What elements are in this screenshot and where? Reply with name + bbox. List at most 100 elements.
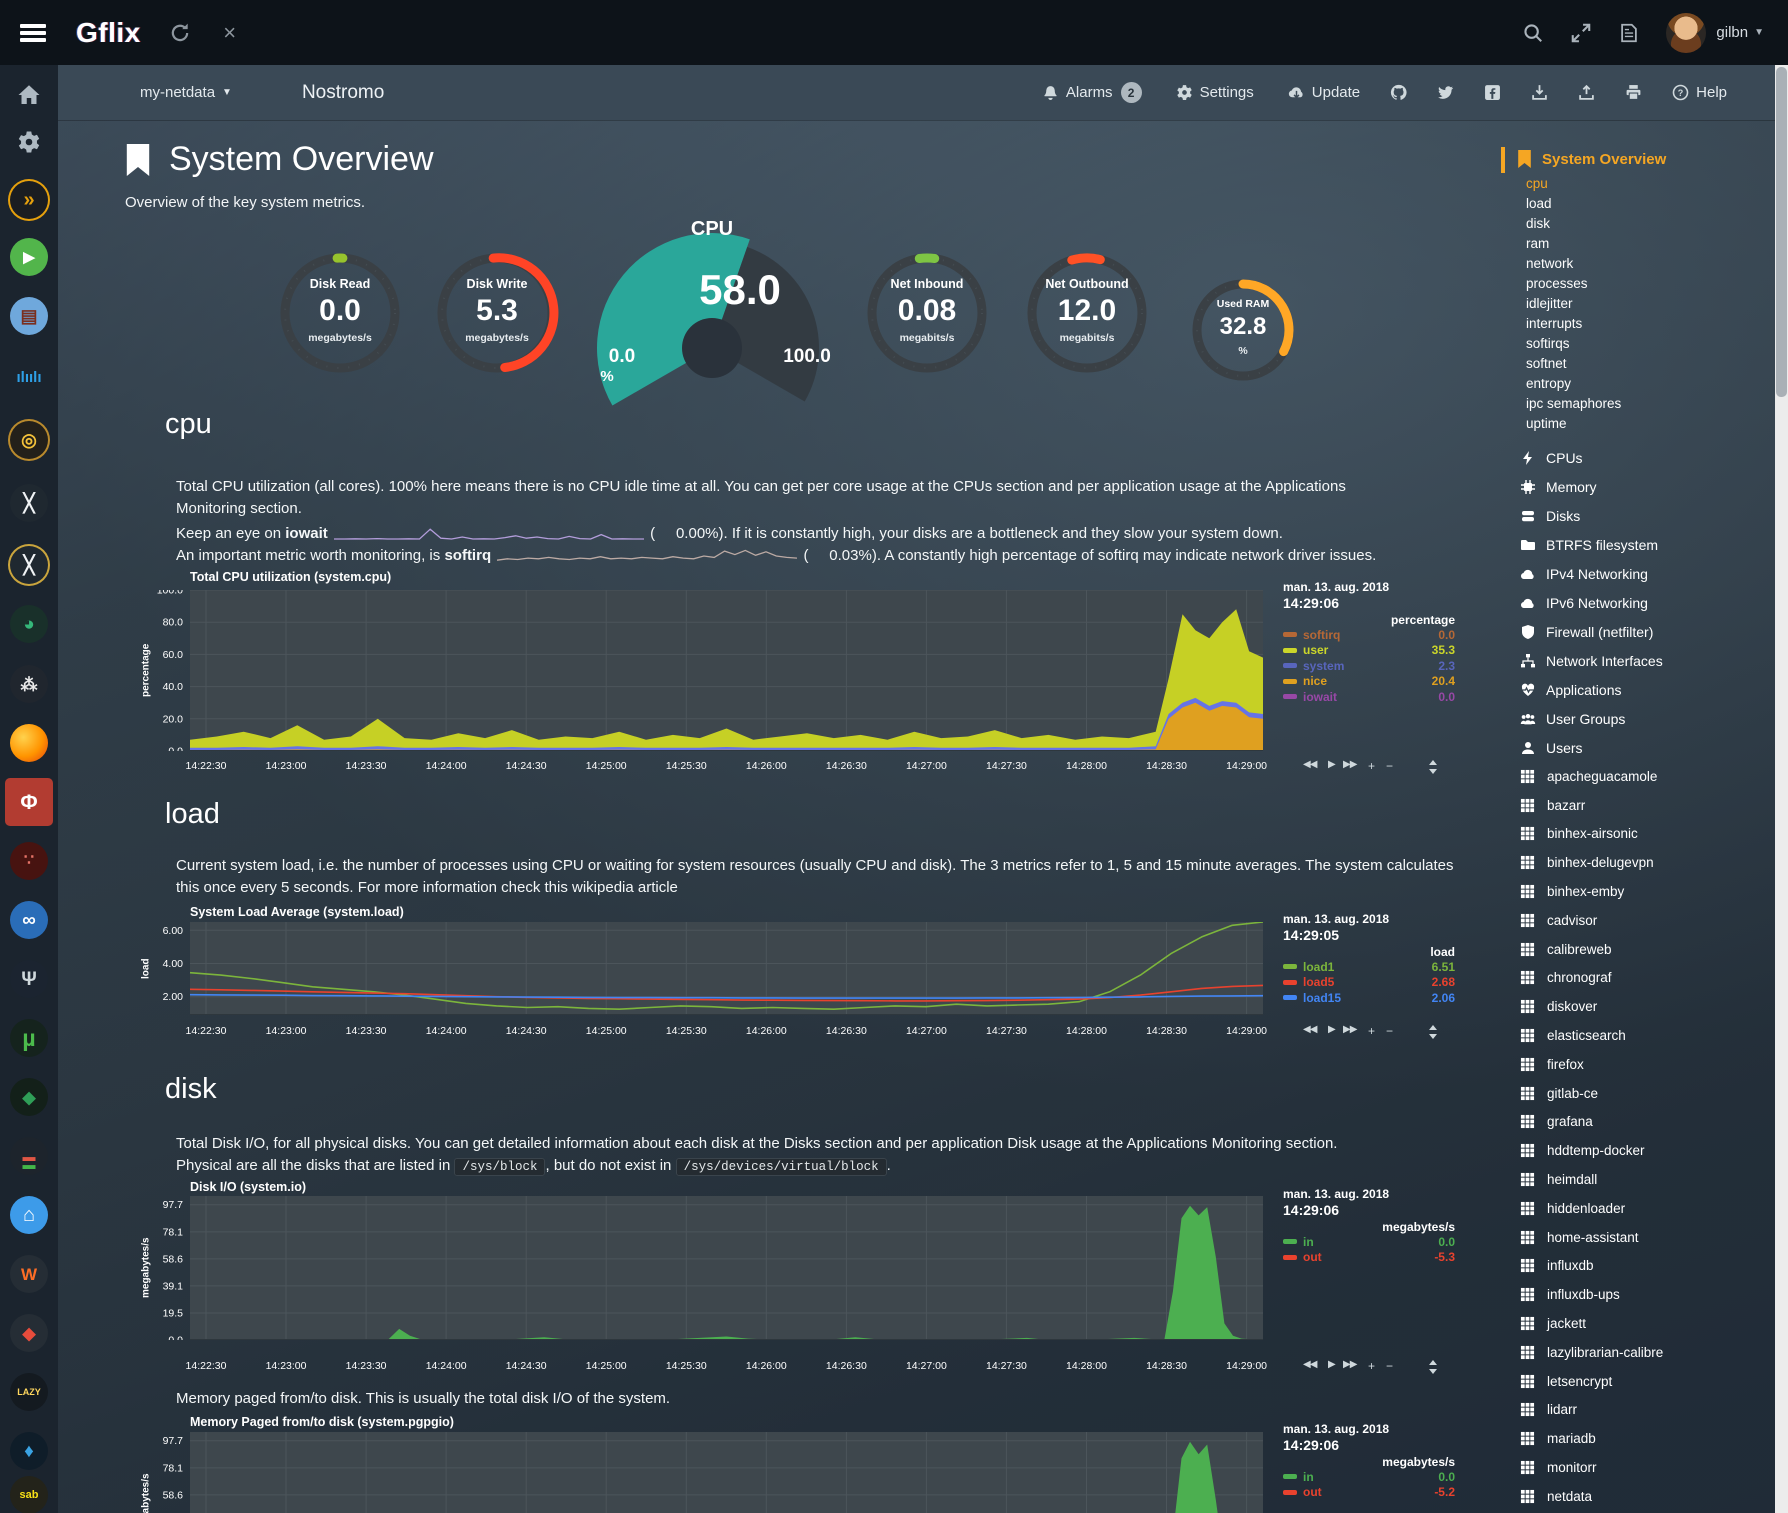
zoom-in-button[interactable]: + bbox=[1368, 1359, 1375, 1373]
sidebar-app-apacheguacamole[interactable]: apacheguacamole bbox=[1520, 762, 1775, 791]
gauge-net-outbound[interactable]: Net Outbound12.0megabits/s bbox=[1024, 250, 1150, 376]
play-button[interactable]: ▶ bbox=[1328, 1359, 1335, 1370]
scrollbar[interactable] bbox=[1775, 65, 1788, 1513]
sidebar-item-load[interactable]: load bbox=[1526, 194, 1775, 214]
zoom-in-button[interactable]: + bbox=[1368, 759, 1375, 773]
jackett-icon[interactable]: ◎ bbox=[10, 421, 48, 459]
skip-forward-button[interactable]: ▶▶ bbox=[1343, 1024, 1356, 1035]
gauge-cpu[interactable]: CPU 58.0 0.0 100.0 % bbox=[592, 208, 832, 423]
sidebar-section-btrfs-filesystem[interactable]: BTRFS filesystem bbox=[1520, 530, 1775, 559]
sidebar-section-system-overview[interactable]: System Overview bbox=[1517, 150, 1775, 168]
app-maroon-icon[interactable]: ∵ bbox=[10, 842, 48, 880]
sidebar-section-memory[interactable]: Memory bbox=[1520, 472, 1775, 501]
sidebar-app-bazarr[interactable]: bazarr bbox=[1520, 791, 1775, 820]
sidebar-app-cadvisor[interactable]: cadvisor bbox=[1520, 906, 1775, 935]
sidebar-item-softnet[interactable]: softnet bbox=[1526, 354, 1775, 374]
resize-handle[interactable] bbox=[1428, 1025, 1438, 1039]
sidebar-section-disks[interactable]: Disks bbox=[1520, 501, 1775, 530]
sidebar-app-gitlab-ce[interactable]: gitlab-ce bbox=[1520, 1079, 1775, 1108]
zoom-out-button[interactable]: − bbox=[1386, 1359, 1393, 1373]
sidebar-app-lazylibrarian-calibre[interactable]: lazylibrarian-calibre bbox=[1520, 1338, 1775, 1367]
utorrent-icon[interactable]: µ bbox=[10, 1019, 48, 1057]
legend-row-load1[interactable]: load16.51 bbox=[1283, 959, 1455, 975]
skip-forward-button[interactable]: ▶▶ bbox=[1343, 759, 1356, 770]
emby-icon[interactable]: ▶ bbox=[10, 238, 48, 276]
sidebar-item-interrupts[interactable]: interrupts bbox=[1526, 314, 1775, 334]
skip-back-button[interactable]: ◀◀ bbox=[1303, 1024, 1316, 1035]
sidebar-app-influxdb-ups[interactable]: influxdb-ups bbox=[1520, 1280, 1775, 1309]
sidebar-app-binhex-emby[interactable]: binhex-emby bbox=[1520, 877, 1775, 906]
alarms-button[interactable]: Alarms 2 bbox=[1042, 82, 1142, 103]
legend-row-user[interactable]: user35.3 bbox=[1283, 643, 1455, 659]
legend-row-nice[interactable]: nice20.4 bbox=[1283, 674, 1455, 690]
sidebar-section-firewall-netfilter-[interactable]: Firewall (netfilter) bbox=[1520, 617, 1775, 646]
sidebar-app-hiddenloader[interactable]: hiddenloader bbox=[1520, 1194, 1775, 1223]
sidebar-item-idlejitter[interactable]: idlejitter bbox=[1526, 294, 1775, 314]
sidebar-item-network[interactable]: network bbox=[1526, 254, 1775, 274]
legend-row-out[interactable]: out-5.2 bbox=[1283, 1485, 1455, 1501]
skip-back-button[interactable]: ◀◀ bbox=[1303, 1359, 1316, 1370]
lazylibrarian-icon[interactable]: LAZY bbox=[10, 1373, 48, 1411]
homeassistant-icon[interactable]: ⌂ bbox=[10, 1196, 48, 1234]
legend-row-load5[interactable]: load52.68 bbox=[1283, 975, 1455, 991]
hamburger-icon[interactable] bbox=[20, 24, 46, 42]
refresh-icon[interactable] bbox=[169, 22, 191, 44]
chart-plot[interactable]: 0.019.539.158.678.197.7 bbox=[140, 1196, 1263, 1340]
sidebar-app-lidarr[interactable]: lidarr bbox=[1520, 1396, 1775, 1425]
chart-plot[interactable]: 0.020.040.060.080.0100.0 bbox=[140, 590, 1263, 751]
settings-button[interactable]: Settings bbox=[1176, 84, 1254, 101]
help-button[interactable]: ? Help bbox=[1672, 84, 1727, 101]
home-icon[interactable] bbox=[10, 76, 48, 114]
gauge-disk-write[interactable]: Disk Write5.3megabytes/s bbox=[434, 250, 560, 376]
tautulli-icon[interactable]: ♦ bbox=[10, 1432, 48, 1470]
sidebar-item-softirqs[interactable]: softirqs bbox=[1526, 334, 1775, 354]
facebook-icon[interactable] bbox=[1484, 84, 1501, 101]
sidebar-section-users[interactable]: Users bbox=[1520, 733, 1775, 762]
host-dropdown[interactable]: my-netdata▼ bbox=[140, 84, 232, 101]
sidebar-app-chronograf[interactable]: chronograf bbox=[1520, 964, 1775, 993]
app-nodes-icon[interactable]: ⁂ bbox=[10, 665, 48, 703]
user-menu[interactable]: gilbn▼ bbox=[1716, 24, 1764, 41]
zoom-out-button[interactable]: − bbox=[1386, 1024, 1393, 1038]
sidebar-app-jackett[interactable]: jackett bbox=[1520, 1309, 1775, 1338]
zoom-out-button[interactable]: − bbox=[1386, 759, 1393, 773]
settings-gear-icon[interactable] bbox=[10, 123, 48, 161]
play-button[interactable]: ▶ bbox=[1328, 1024, 1335, 1035]
legend-row-out[interactable]: out-5.3 bbox=[1283, 1250, 1455, 1266]
legend-row-load15[interactable]: load152.06 bbox=[1283, 990, 1455, 1006]
gauge-disk-read[interactable]: Disk Read0.0megabytes/s bbox=[277, 250, 403, 376]
app-green-diamond-icon[interactable]: ◆ bbox=[10, 1078, 48, 1116]
update-button[interactable]: Update bbox=[1288, 84, 1360, 101]
print-icon[interactable] bbox=[1625, 84, 1642, 101]
upload-icon[interactable] bbox=[1578, 84, 1595, 101]
sidebar-item-entropy[interactable]: entropy bbox=[1526, 374, 1775, 394]
sidebar-app-netdata[interactable]: netdata bbox=[1520, 1482, 1775, 1511]
resize-handle[interactable] bbox=[1428, 760, 1438, 774]
gauge-used-ram[interactable]: Used RAM32.8% bbox=[1189, 276, 1297, 384]
pihole-icon[interactable]: Φ bbox=[10, 783, 48, 821]
scrollbar-thumb[interactable] bbox=[1776, 67, 1787, 397]
twitter-icon[interactable] bbox=[1437, 84, 1454, 101]
plex-icon[interactable]: » bbox=[10, 181, 48, 219]
search-icon[interactable] bbox=[1522, 22, 1544, 44]
sidebar-app-home-assistant[interactable]: home-assistant bbox=[1520, 1223, 1775, 1252]
sidebar-section-ipv6-networking[interactable]: IPv6 Networking bbox=[1520, 588, 1775, 617]
changelog-icon[interactable] bbox=[1618, 22, 1640, 44]
jellyfish-app-icon[interactable]: Ψ bbox=[10, 960, 48, 998]
app-red-shield-icon[interactable]: ◆ bbox=[10, 1314, 48, 1352]
sidebar-section-ipv4-networking[interactable]: IPv4 Networking bbox=[1520, 559, 1775, 588]
app-swirl-icon[interactable]: ◕ bbox=[10, 605, 48, 643]
close-icon[interactable]: × bbox=[219, 22, 241, 44]
sidebar-app-monitorr[interactable]: monitorr bbox=[1520, 1453, 1775, 1482]
sidebar-app-mariadb[interactable]: mariadb bbox=[1520, 1424, 1775, 1453]
sidebar-app-letsencrypt[interactable]: letsencrypt bbox=[1520, 1367, 1775, 1396]
kodi-alt-icon[interactable]: ╳ bbox=[10, 546, 48, 584]
sidebar-item-cpu[interactable]: cpu bbox=[1526, 174, 1775, 194]
sidebar-app-binhex-delugevpn[interactable]: binhex-delugevpn bbox=[1520, 848, 1775, 877]
sidebar-section-network-interfaces[interactable]: Network Interfaces bbox=[1520, 646, 1775, 675]
nextcloud-icon[interactable]: ∞ bbox=[10, 901, 48, 939]
sidebar-app-hddtemp-docker[interactable]: hddtemp-docker bbox=[1520, 1136, 1775, 1165]
legend-row-system[interactable]: system2.3 bbox=[1283, 658, 1455, 674]
gauge-net-inbound[interactable]: Net Inbound0.08megabits/s bbox=[864, 250, 990, 376]
sidebar-app-binhex-airsonic[interactable]: binhex-airsonic bbox=[1520, 820, 1775, 849]
